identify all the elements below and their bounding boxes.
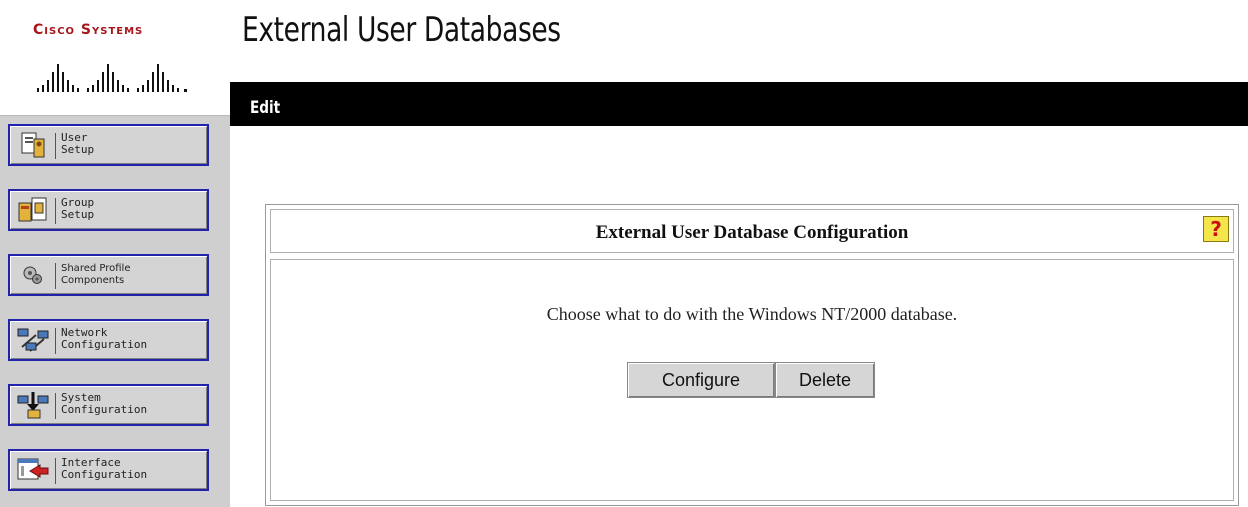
instruction-text: Choose what to do with the Windows NT/20… [546,304,958,324]
edit-bar-background [230,82,1248,126]
system-config-icon [17,392,49,419]
sidebar-item-interface-configuration[interactable]: Interface Configuration [8,449,209,491]
config-panel-header: External User Database Configuration ? [270,209,1234,253]
edit-label: Edit [250,98,281,118]
sidebar-item-system-configuration[interactable]: System Configuration [8,384,209,426]
help-icon[interactable]: ? [1203,216,1229,242]
separator [55,328,56,354]
delete-button[interactable]: Delete [775,362,875,398]
cisco-logo: Cisco Systems [0,0,230,115]
sidebar-item-label: Shared Profile Components [61,263,131,286]
sidebar-item-label: User Setup [61,131,95,156]
config-panel-body: Choose what to do with the Windows NT/20… [270,259,1234,501]
separator [55,263,56,289]
shared-profile-icon [23,266,42,284]
sidebar-item-network-configuration[interactable]: Network Configuration [8,319,209,361]
group-setup-icon [18,197,47,222]
sidebar-item-shared-profile-components[interactable]: Shared Profile Components [8,254,209,296]
config-panel: External User Database Configuration ? C… [265,204,1239,506]
configure-button[interactable]: Configure [627,362,775,398]
separator [55,133,56,159]
config-panel-title: External User Database Configuration [595,222,909,243]
edit-bar: Edit [230,82,1248,126]
sidebar-item-user-setup[interactable]: User Setup [8,124,209,166]
page-title: External User Databases [242,10,561,50]
logo-text: Cisco Systems [33,22,144,38]
sidebar-item-label: Group Setup [61,196,95,221]
user-setup-icon [21,132,45,158]
interface-config-icon [17,458,49,480]
sidebar-item-label: Interface Configuration [61,456,148,481]
sidebar-item-label: Network Configuration [61,326,148,351]
sidebar: User Setup Group Setup Shared Profile Co… [0,115,230,507]
sidebar-item-label: System Configuration [61,391,148,416]
separator [55,458,56,484]
sidebar-item-group-setup[interactable]: Group Setup [8,189,209,231]
separator [55,393,56,419]
cisco-bridge-icon [37,64,187,92]
network-config-icon [17,328,49,352]
separator [55,198,56,224]
